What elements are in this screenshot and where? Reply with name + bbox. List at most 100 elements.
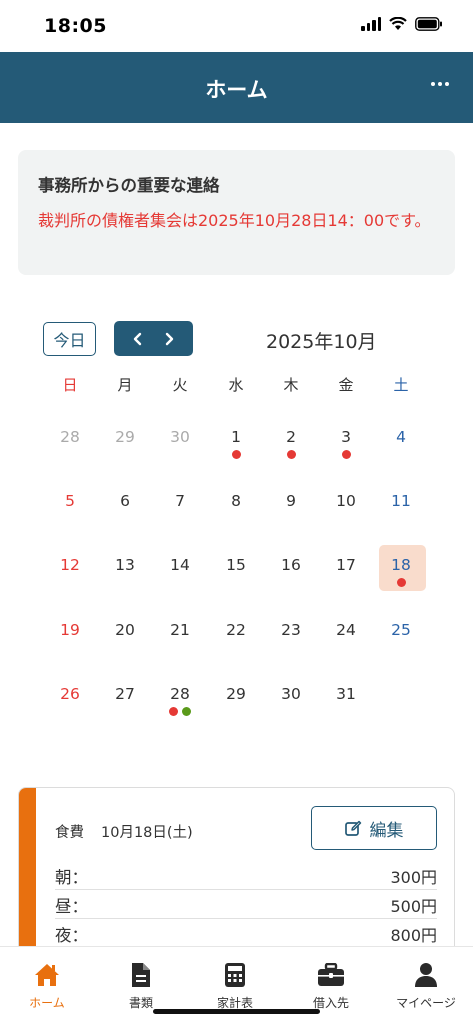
nav-label: マイページ	[396, 996, 456, 1010]
day-number: 28	[170, 685, 190, 703]
nav-item-budget[interactable]: 家計表	[188, 961, 282, 1011]
day-number: 26	[60, 685, 80, 703]
page-title: ホーム	[205, 78, 268, 102]
day-number: 6	[120, 492, 130, 510]
calendar-day[interactable]: 17	[323, 556, 369, 602]
day-number: 30	[281, 685, 301, 703]
calendar-day[interactable]: 6	[102, 492, 148, 538]
day-number: 8	[231, 492, 241, 510]
meal-amount: 300円	[390, 868, 437, 887]
battery-icon	[415, 17, 443, 31]
calendar-day[interactable]: 29	[102, 428, 148, 474]
day-number: 29	[115, 428, 135, 446]
day-number: 27	[115, 685, 135, 703]
nav-item-documents[interactable]: 書類	[94, 961, 188, 1011]
month-label: 2025年10月	[266, 331, 377, 353]
event-dot-red	[169, 707, 178, 716]
calendar-day[interactable]: 8	[213, 492, 259, 538]
event-dot-red	[396, 578, 406, 587]
calendar-day[interactable]: 7	[157, 492, 203, 538]
edit-button[interactable]: 編集	[311, 806, 437, 850]
meal-row-breakfast: 朝： 300円	[55, 860, 437, 888]
calendar-day[interactable]: 26	[47, 685, 93, 731]
calendar-day[interactable]: 25	[378, 621, 424, 667]
day-number: 13	[115, 556, 135, 574]
meal-amount: 800円	[390, 926, 437, 945]
next-month-button[interactable]	[157, 327, 181, 351]
signal-icon	[361, 17, 381, 31]
day-number: 14	[170, 556, 190, 574]
notice-card: 事務所からの重要な連絡 裁判所の債権者集会は2025年10月28日14：00です…	[18, 150, 455, 275]
event-dots	[268, 450, 314, 459]
day-number: 3	[341, 428, 351, 446]
calendar-day[interactable]: 28	[157, 685, 203, 731]
day-number: 20	[115, 621, 135, 639]
calendar-day[interactable]: 28	[47, 428, 93, 474]
calendar-day[interactable]: 19	[47, 621, 93, 667]
calendar-day[interactable]: 29	[213, 685, 259, 731]
more-menu-icon[interactable]	[431, 82, 449, 86]
day-number: 5	[65, 492, 75, 510]
calendar-day[interactable]: 30	[157, 428, 203, 474]
document-icon	[94, 961, 188, 989]
calendar-day[interactable]: 14	[157, 556, 203, 602]
prev-month-button[interactable]	[126, 327, 150, 351]
calendar-day[interactable]: 12	[47, 556, 93, 602]
meal-row-lunch: 昼： 500円	[55, 889, 437, 917]
weekday-header: 水	[228, 376, 244, 394]
app-header: ホーム	[0, 52, 473, 123]
calendar-day[interactable]: 3	[323, 428, 369, 474]
calendar-day[interactable]: 10	[323, 492, 369, 538]
day-number: 7	[175, 492, 185, 510]
calendar-day[interactable]: 20	[102, 621, 148, 667]
day-number: 18	[391, 556, 411, 574]
briefcase-icon	[284, 961, 378, 989]
day-number: 28	[60, 428, 80, 446]
calendar-day[interactable]: 5	[47, 492, 93, 538]
calendar-day[interactable]: 1	[213, 428, 259, 474]
status-bar: 18:05	[0, 0, 473, 52]
calendar-day[interactable]: 22	[213, 621, 259, 667]
event-dot-red	[286, 450, 296, 459]
calendar-day[interactable]: 4	[378, 428, 424, 474]
day-number: 9	[286, 492, 296, 510]
event-dot-red	[231, 450, 241, 459]
calendar-day[interactable]: 11	[378, 492, 424, 538]
calendar-day[interactable]: 30	[268, 685, 314, 731]
calendar-day[interactable]: 23	[268, 621, 314, 667]
day-number: 19	[60, 621, 80, 639]
chevron-left-icon	[133, 332, 141, 345]
day-number: 31	[336, 685, 356, 703]
home-indicator	[153, 1009, 320, 1014]
calendar-day[interactable]: 24	[323, 621, 369, 667]
notice-message: 裁判所の債権者集会は2025年10月28日14：00です。	[38, 211, 431, 230]
calendar-day[interactable]: 13	[102, 556, 148, 602]
calendar-day[interactable]: 27	[102, 685, 148, 731]
calendar-day[interactable]: 15	[213, 556, 259, 602]
day-number: 2	[286, 428, 296, 446]
calendar-day[interactable]: 18	[378, 556, 424, 602]
day-number: 16	[281, 556, 301, 574]
day-number: 4	[396, 428, 406, 446]
status-icons	[361, 17, 443, 31]
meal-label: 昼：	[55, 897, 88, 916]
event-dots	[323, 450, 369, 459]
nav-item-lenders[interactable]: 借入先	[284, 961, 378, 1011]
edit-button-label: 編集	[369, 820, 404, 841]
calendar-day[interactable]: 21	[157, 621, 203, 667]
home-icon	[0, 961, 94, 989]
meal-label: 夜：	[55, 926, 88, 945]
meal-row-dinner: 夜： 800円	[55, 918, 437, 946]
day-number: 10	[336, 492, 356, 510]
weekday-header: 月	[117, 376, 133, 394]
calendar-day[interactable]: 16	[268, 556, 314, 602]
calendar-day[interactable]: 9	[268, 492, 314, 538]
nav-label: ホーム	[29, 996, 65, 1010]
day-number: 21	[170, 621, 190, 639]
nav-item-mypage[interactable]: マイページ	[379, 961, 473, 1011]
nav-item-home[interactable]: ホーム	[0, 961, 94, 1011]
edit-icon	[344, 820, 361, 836]
calendar-day[interactable]: 2	[268, 428, 314, 474]
today-button[interactable]: 今日	[43, 322, 96, 356]
calendar-day[interactable]: 31	[323, 685, 369, 731]
